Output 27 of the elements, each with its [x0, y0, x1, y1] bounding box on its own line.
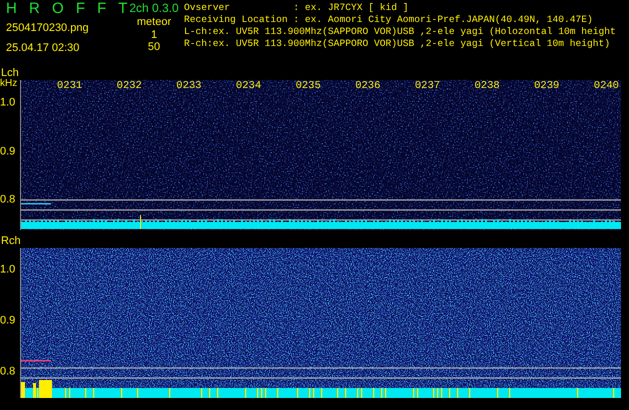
channel-label: Lch — [1, 67, 19, 79]
axis-tick-label: 1.0 — [0, 264, 16, 276]
meteor-label: meteor — [136, 16, 172, 29]
unit-label: kHz — [0, 78, 18, 89]
info-line: Receiving Location : ex. Aomori City Aomori-Pref.JAPAN(40.49N, 140.47E) — [184, 14, 594, 26]
axis-tick-label: 0.9 — [0, 146, 16, 157]
time-label: 0240 — [594, 80, 619, 92]
date-time: 25.04.17 02:30 — [6, 42, 80, 55]
info-line: L-ch:ex. UV5R 113.900Mhz(SAPPORO VOR)USB ,2-ele yagi (Holozontal 10m height — [184, 26, 616, 38]
file-name: 2504170230.png — [6, 22, 90, 35]
time-label: 0233 — [176, 80, 202, 92]
time-label: 0232 — [116, 80, 142, 92]
channel-label: Rch — [1, 235, 21, 247]
time-label: 0239 — [534, 80, 560, 92]
info-line: Ovserver : ex. JR7CYX [ kid ] — [184, 2, 410, 14]
axis-tick-label: 1.0 — [0, 98, 16, 108]
axis-tick-label: 0.9 — [0, 316, 16, 326]
version-label: 2ch 0.3.0 — [128, 0, 180, 16]
meteor-count: 50 — [146, 41, 162, 53]
time-label: 0237 — [414, 80, 440, 92]
axis-tick-label: 0.8 — [0, 366, 16, 378]
info-line: R-ch:ex. UV5R 113.900Mhz(SAPPORO VOR)USB ,2-ele yagi (Vertical 10m height) — [184, 38, 612, 50]
time-label: 0238 — [474, 80, 500, 92]
meteor-count: 1 — [150, 29, 158, 41]
time-label: 0235 — [296, 80, 321, 92]
axis-tick-label: 0.8 — [0, 194, 16, 206]
app-title: H R O F F T — [6, 0, 128, 18]
